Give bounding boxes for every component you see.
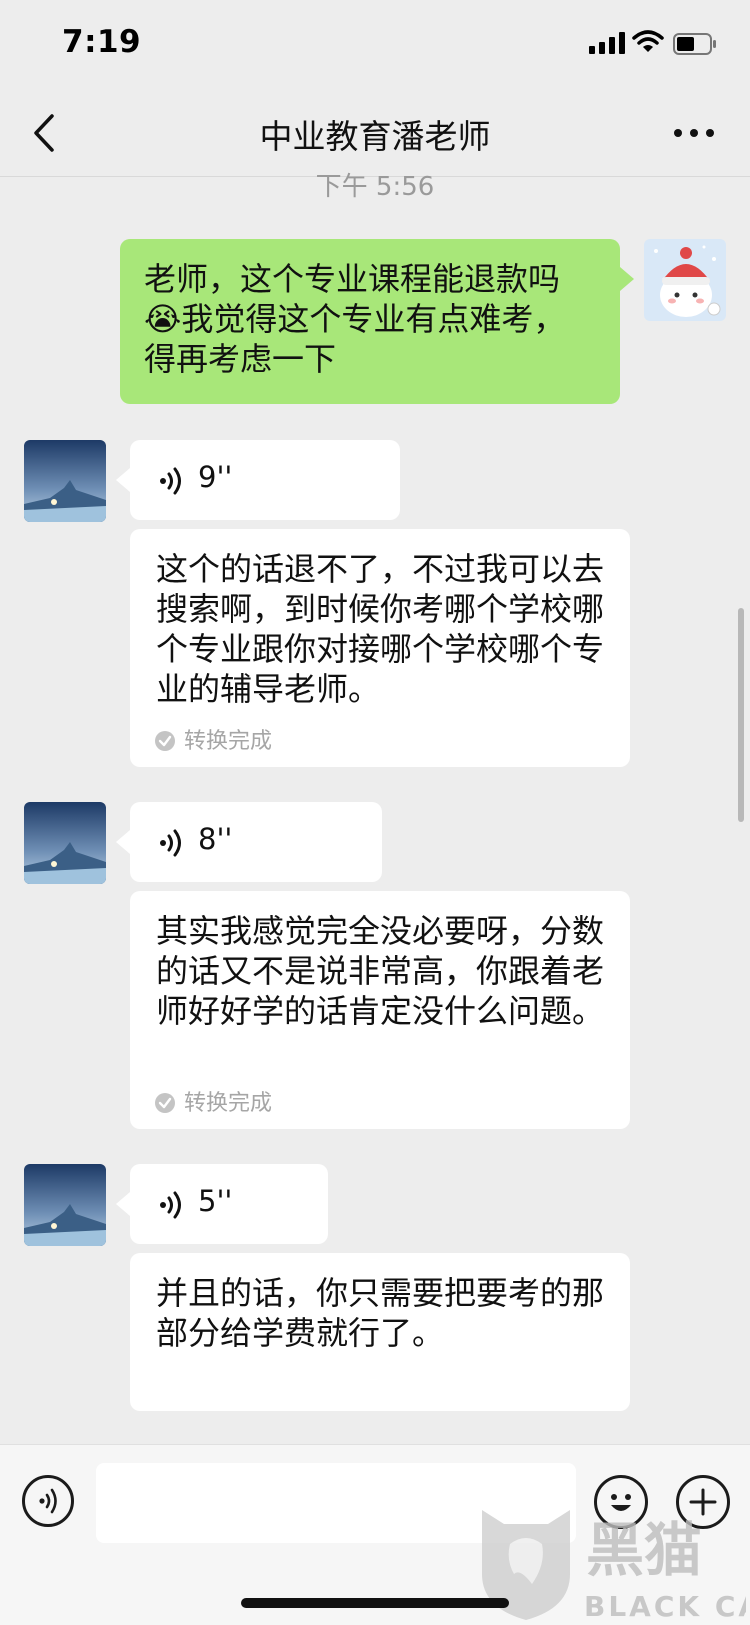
- voice-duration: 8'': [198, 822, 233, 856]
- voice-wave-icon: [39, 1488, 57, 1514]
- home-indicator[interactable]: [241, 1598, 509, 1608]
- check-circle-icon: [155, 731, 175, 751]
- status-time: 7:19: [62, 24, 142, 60]
- voice-transcript-text: 其实我感觉完全没必要呀，分数的话又不是说非常高，你跟着老师好好学的话肯定没什么问…: [156, 912, 605, 1030]
- voice-transcript-bubble[interactable]: 并且的话，你只需要把要考的那部分给学费就行了。: [130, 1253, 630, 1411]
- voice-transcript-bubble[interactable]: 其实我感觉完全没必要呀，分数的话又不是说非常高，你跟着老师好好学的话肯定没什么问…: [130, 891, 630, 1129]
- voice-transcript-text: 这个的话退不了，不过我可以去搜索啊，到时候你考哪个学校哪个专业跟你对接哪个学校哪…: [156, 550, 605, 708]
- teacher-avatar[interactable]: [24, 440, 106, 522]
- cellular-signal-icon: [589, 32, 625, 54]
- bubble-tail: [620, 267, 634, 291]
- wifi-icon: [632, 30, 664, 52]
- bubble-tail: [116, 1192, 130, 1216]
- voice-duration: 9'': [198, 460, 233, 494]
- chat-scrollbar[interactable]: [738, 608, 744, 822]
- voice-transcript-bubble[interactable]: 这个的话退不了，不过我可以去搜索啊，到时候你考哪个学校哪个专业跟你对接哪个学校哪…: [130, 529, 630, 767]
- chat-title: 中业教育潘老师: [259, 117, 491, 156]
- voice-message-bubble[interactable]: 8'': [116, 802, 382, 882]
- watermark-brand-en: BLACK CAT: [584, 1590, 746, 1622]
- voice-message-bubble[interactable]: 9'': [116, 440, 400, 520]
- outgoing-message-text: 老师，这个专业课程能退款吗😭我觉得这个专业有点难考，得再考虑一下: [144, 260, 566, 378]
- transcript-status: 转换完成: [154, 1085, 272, 1117]
- voice-wave-icon: [160, 467, 181, 495]
- teacher-avatar[interactable]: [24, 802, 106, 884]
- landscape-avatar-icon: [24, 802, 106, 884]
- voice-wave-icon: [160, 829, 181, 857]
- more-dots-icon[interactable]: [673, 120, 715, 146]
- outgoing-message-bubble[interactable]: 老师，这个专业课程能退款吗😭我觉得这个专业有点难考，得再考虑一下: [120, 239, 634, 404]
- my-avatar[interactable]: [644, 239, 726, 321]
- voice-duration: 5'': [198, 1184, 233, 1218]
- watermark-brand-cn: 黑猫: [586, 1516, 702, 1584]
- bubble-tail: [116, 468, 130, 492]
- status-bar: 7:19: [0, 0, 750, 90]
- message-timestamp: 下午 5:56: [315, 172, 435, 202]
- transcript-status-label: 转换完成: [184, 1091, 273, 1116]
- voice-input-toggle-button[interactable]: [22, 1475, 74, 1527]
- voice-message-bubble[interactable]: 5'': [116, 1164, 328, 1244]
- transcript-status: 转换完成: [154, 723, 272, 755]
- transcript-status-label: 转换完成: [184, 729, 273, 754]
- voice-wave-icon: [160, 1191, 181, 1219]
- snowman-avatar-icon: [644, 239, 726, 321]
- chat-header: 中业教育潘老师: [0, 90, 750, 177]
- voice-transcript-text: 并且的话，你只需要把要考的那部分给学费就行了。: [156, 1274, 605, 1352]
- bubble-tail: [116, 830, 130, 854]
- landscape-avatar-icon: [24, 440, 106, 522]
- battery-icon: [673, 33, 716, 55]
- check-circle-icon: [155, 1093, 175, 1113]
- landscape-avatar-icon: [24, 1164, 106, 1246]
- teacher-avatar[interactable]: [24, 1164, 106, 1246]
- black-cat-watermark: 黑猫 BLACK CAT: [482, 1510, 746, 1622]
